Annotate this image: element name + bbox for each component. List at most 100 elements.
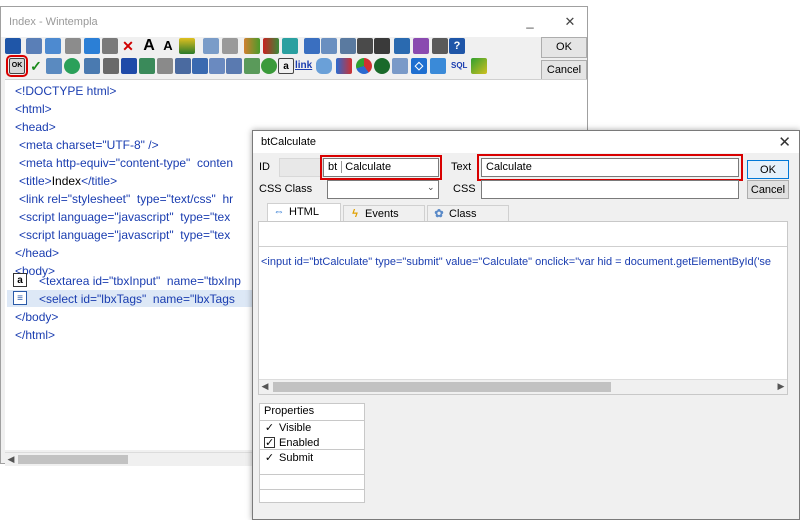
check-icon[interactable]: ✓ <box>264 423 275 434</box>
close-icon[interactable]: ✕ <box>559 12 581 32</box>
globe-tool-icon[interactable] <box>374 58 390 74</box>
center-icon[interactable] <box>340 38 356 54</box>
tab-events[interactable]: ϟ Events <box>343 205 425 221</box>
date-tool-icon[interactable] <box>84 58 100 74</box>
code-line[interactable]: <meta http-equiv="content-type" conten <box>19 156 233 170</box>
space-icon[interactable] <box>357 38 373 54</box>
auto-icon[interactable] <box>179 38 195 54</box>
chart-tool-icon[interactable] <box>336 58 352 74</box>
code-line[interactable]: <title>Index</title> <box>19 174 117 188</box>
cloud-tool-icon[interactable] <box>316 58 332 74</box>
text-tool-icon[interactable]: a <box>278 58 294 74</box>
align-top-icon[interactable] <box>321 38 337 54</box>
copy-icon[interactable] <box>65 38 81 54</box>
text-highlight-frame <box>477 154 743 181</box>
sql-tool-icon[interactable]: SQL <box>451 58 467 74</box>
image-tool-icon[interactable] <box>139 58 155 74</box>
grid-view-tool-icon[interactable] <box>392 58 408 74</box>
property-visible[interactable]: ✓ Visible <box>264 421 311 435</box>
font-large-icon[interactable]: A <box>141 38 157 54</box>
css-field[interactable] <box>481 180 739 199</box>
table-tool-icon[interactable] <box>209 58 225 74</box>
form-tool-icon[interactable] <box>192 58 208 74</box>
property-submit[interactable]: ✓ Submit <box>264 451 313 465</box>
html-scroll-right-icon[interactable]: ▶ <box>775 380 787 393</box>
window-icon[interactable] <box>102 38 118 54</box>
listbox-tool-icon[interactable] <box>46 58 62 74</box>
html-horizontal-scrollbar[interactable]: ◀ ▶ <box>259 379 787 394</box>
html-code-text: <input id="btCalculate" type="submit" va… <box>261 256 772 268</box>
code-line[interactable]: </head> <box>15 246 59 260</box>
label-tool-icon[interactable] <box>157 58 173 74</box>
dialog-cancel-button[interactable]: Cancel <box>747 180 789 199</box>
dialog-ok-button[interactable]: OK <box>747 160 789 179</box>
hidden-tool-icon[interactable] <box>244 58 260 74</box>
option-tool-icon[interactable] <box>261 58 277 74</box>
tab-class[interactable]: ✿ Class <box>427 205 509 221</box>
tab-class-label: Class <box>449 208 477 220</box>
code-attributes: id="tbxInput" name="tbxInp <box>92 274 241 288</box>
code-tag: <!DOCTYPE html> <box>15 84 117 98</box>
radio-tool-icon[interactable] <box>64 58 80 74</box>
main-cancel-button[interactable]: Cancel <box>541 60 587 81</box>
save-icon[interactable] <box>5 38 21 54</box>
code-line[interactable]: <select id="lbxTags" name="lbxTags <box>39 292 235 306</box>
order-icon[interactable] <box>432 38 448 54</box>
textbox-tool-icon[interactable] <box>175 58 191 74</box>
help-icon[interactable]: ? <box>449 38 465 54</box>
link-tool-icon[interactable]: link <box>295 58 312 74</box>
pie-tool-icon[interactable] <box>356 58 372 74</box>
code-line[interactable]: </html> <box>15 328 55 342</box>
canvas-tool-icon[interactable] <box>121 58 137 74</box>
minimize-icon[interactable]: _ <box>519 12 541 32</box>
button-tool-icon[interactable]: OK <box>6 55 28 77</box>
refresh-icon[interactable] <box>84 38 100 54</box>
scroll-thumb[interactable] <box>18 455 128 464</box>
html-scroll-left-icon[interactable]: ◀ <box>259 380 271 393</box>
html-scroll-thumb[interactable] <box>273 382 611 392</box>
tools-icon[interactable] <box>45 38 61 54</box>
code-tag: <html> <box>15 102 52 116</box>
code-line[interactable]: </body> <box>15 310 58 324</box>
align-left-icon[interactable] <box>203 38 219 54</box>
check-icon[interactable]: ✓ <box>264 453 275 464</box>
align-right-icon[interactable] <box>222 38 238 54</box>
code-line[interactable]: <link rel="stylesheet" type="text/css" h… <box>19 192 233 206</box>
html-code-panel[interactable]: <input id="btCalculate" type="submit" va… <box>258 221 788 395</box>
code-tool-icon[interactable]: ◇ <box>411 58 427 74</box>
menu-tool-icon[interactable] <box>226 58 242 74</box>
equal-icon[interactable] <box>374 38 390 54</box>
dialog-close-icon[interactable]: ✕ <box>778 133 791 151</box>
main-ok-button[interactable]: OK <box>541 37 587 58</box>
lightning-icon: ϟ <box>352 208 358 220</box>
bars-left-icon[interactable] <box>244 38 260 54</box>
code-line[interactable]: <script language="javascript" type="tex <box>19 210 230 224</box>
property-enabled[interactable]: ✓ Enabled <box>264 436 319 450</box>
script-tool-icon[interactable] <box>430 58 446 74</box>
list-edit-icon[interactable] <box>26 38 42 54</box>
grid-icon[interactable] <box>413 38 429 54</box>
bars-right-icon[interactable] <box>263 38 279 54</box>
fit-icon[interactable] <box>394 38 410 54</box>
code-line[interactable]: <!DOCTYPE html> <box>15 84 116 98</box>
code-line[interactable]: <textarea id="tbxInput" name="tbxInp <box>39 274 241 288</box>
panel-tool-icon[interactable] <box>103 58 119 74</box>
delete-icon[interactable]: ✕ <box>120 38 136 54</box>
css-class-select[interactable] <box>327 180 439 199</box>
code-line[interactable]: <html> <box>15 102 52 116</box>
css-class-label: CSS Class <box>259 183 313 195</box>
frame-icon[interactable] <box>282 38 298 54</box>
properties-list[interactable]: Properties ✓ Visible ✓ Enabled ✓ Submit <box>259 403 365 503</box>
checkbox-tool-icon[interactable]: ✓ <box>28 58 44 74</box>
code-line[interactable]: <head> <box>15 120 56 134</box>
dialog-titlebar: btCalculate ✕ <box>253 131 799 153</box>
auto-size-icon[interactable] <box>304 38 320 54</box>
font-small-icon[interactable]: A <box>160 38 176 54</box>
code-line[interactable]: <script language="javascript" type="tex <box>19 228 230 242</box>
tab-html[interactable]: ⇔ HTML <box>267 203 341 221</box>
code-line[interactable]: <meta charset="UTF-8" /> <box>19 138 159 152</box>
chevron-down-icon[interactable]: ⌄ <box>427 182 435 193</box>
zip-tool-icon[interactable] <box>471 58 487 74</box>
scroll-left-icon[interactable]: ◀ <box>5 453 17 466</box>
checkbox-checked-icon[interactable]: ✓ <box>264 437 275 449</box>
